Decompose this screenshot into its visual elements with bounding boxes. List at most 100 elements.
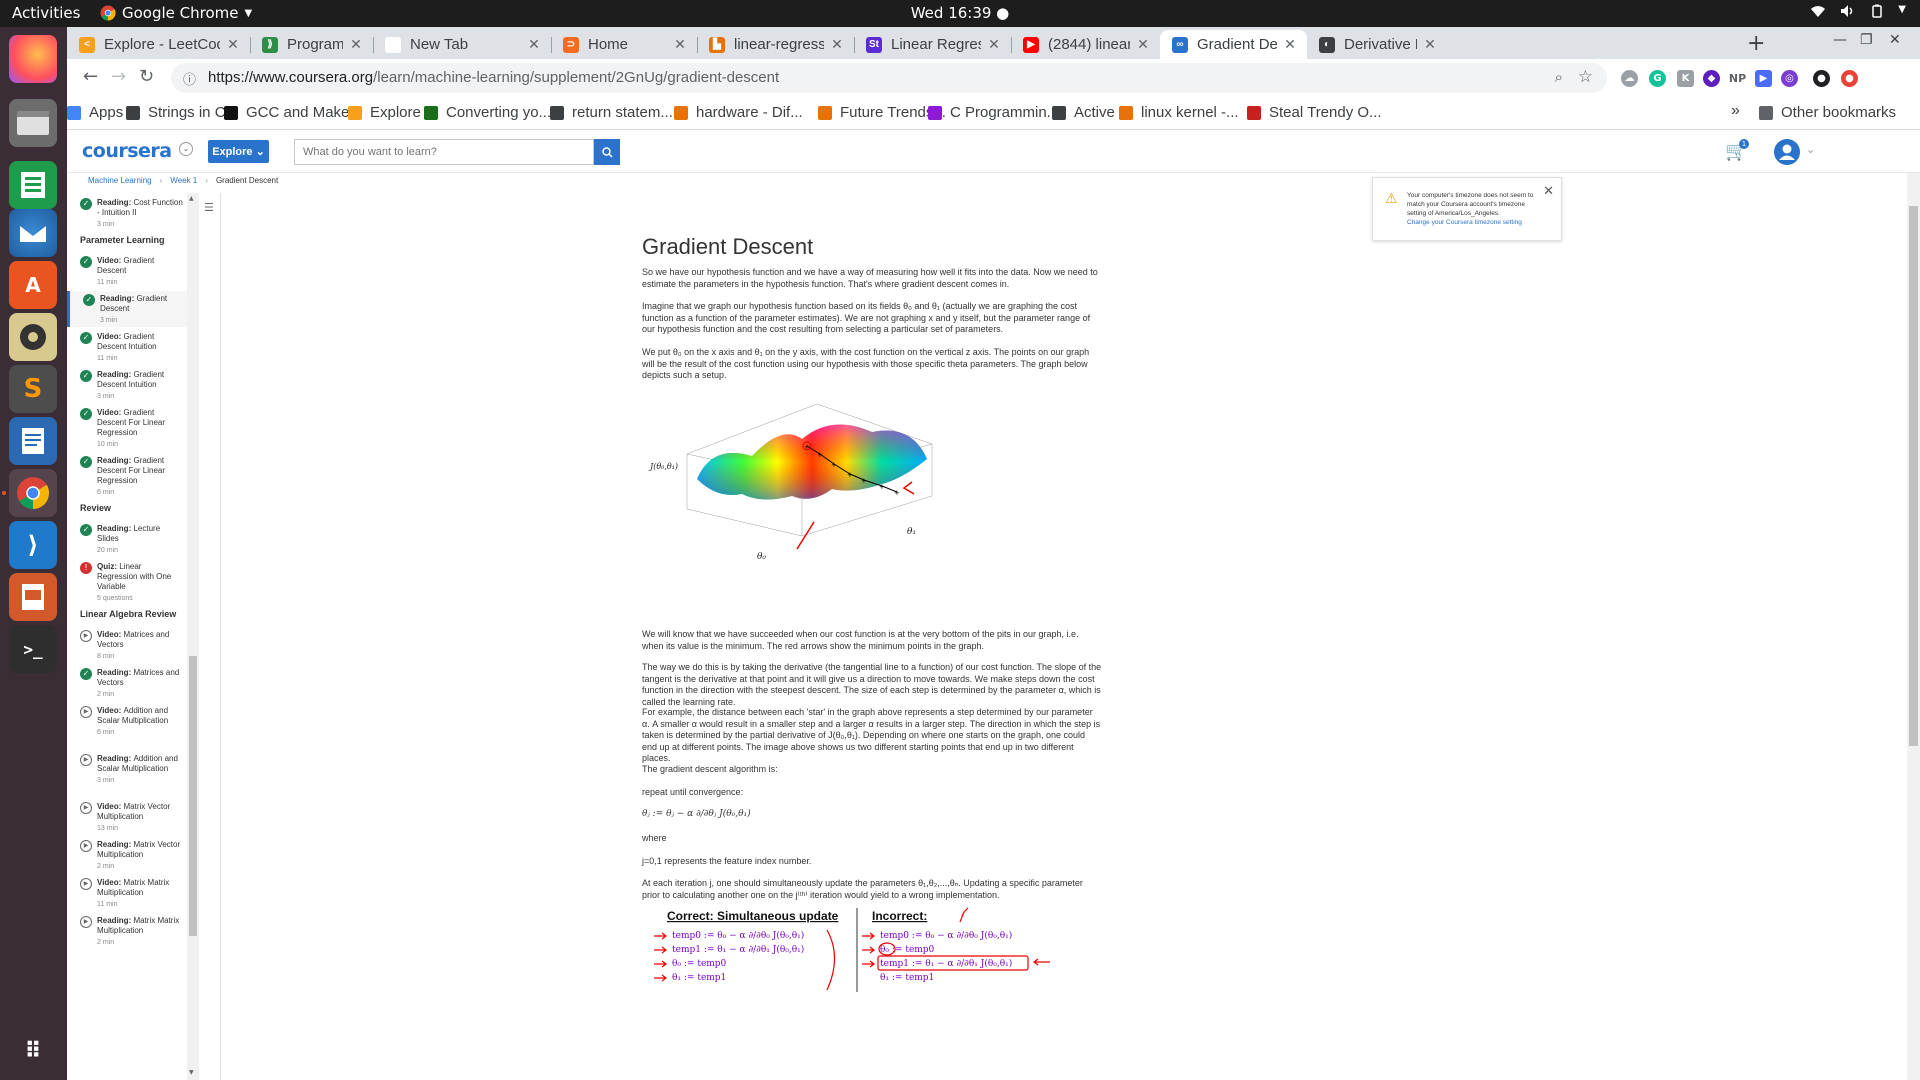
sidebar-item[interactable]: ▶ Reading: Matrix Vector Multiplication 2 … xyxy=(67,837,187,873)
chrome-dock-icon[interactable] xyxy=(9,469,57,517)
tab-1[interactable]: < Explore - LeetCod ✕ xyxy=(67,30,250,59)
forward-button[interactable]: → xyxy=(111,66,126,87)
tab-6[interactable]: St Linear Regression ✕ xyxy=(854,30,1011,59)
info-icon[interactable]: ⓘ xyxy=(183,69,196,88)
tab-8[interactable]: ∞ Gradient Descent ✕ xyxy=(1160,30,1307,59)
sublime-text-icon[interactable]: S xyxy=(9,365,57,413)
sidebar-item[interactable]: ✓ Reading: Gradient Descent For Linear Re… xyxy=(67,453,187,499)
minimize-button[interactable]: — xyxy=(1833,32,1847,48)
tab-close-icon[interactable]: ✕ xyxy=(1283,36,1297,53)
reload-button[interactable]: ↻ xyxy=(139,66,154,87)
system-tray[interactable]: ▼ xyxy=(1810,4,1906,22)
volume-icon[interactable] xyxy=(1840,4,1856,22)
zoom-icon[interactable]: ⌕ xyxy=(1555,68,1563,86)
extension-cloud-icon[interactable]: ☁ xyxy=(1621,70,1638,87)
bookmark-3[interactable]: GCC and Make... xyxy=(224,104,362,121)
sidebar-item[interactable]: ▶ Video: Addition and Scalar Multiplicati… xyxy=(67,703,187,749)
tab-close-icon[interactable]: ✕ xyxy=(226,36,240,53)
firefox-icon[interactable] xyxy=(9,35,57,83)
sidebar-item[interactable]: ✓ Video: Gradient Descent Intuition 11 min xyxy=(67,329,187,365)
user-menu-chevron-icon[interactable]: ⌄ xyxy=(1806,143,1815,156)
show-applications-icon[interactable]: ⠿ xyxy=(9,1027,57,1075)
bookmark-1[interactable]: Apps xyxy=(67,104,123,121)
bookmark-11[interactable]: linux kernel -... xyxy=(1119,104,1239,121)
tab-close-icon[interactable]: ✕ xyxy=(1136,36,1150,53)
sidebar-item[interactable]: ✓ Reading: Gradient Descent 3 min xyxy=(67,291,187,327)
rhythmbox-icon[interactable] xyxy=(9,313,57,361)
sidebar-item[interactable]: ▶ Video: Matrix Matrix Multiplication 11 m… xyxy=(67,875,187,911)
tab-3[interactable]: New Tab ✕ xyxy=(373,30,551,59)
app-menu[interactable]: Google Chrome ▼ xyxy=(100,4,252,22)
sidebar-scrollbar-thumb[interactable] xyxy=(189,656,197,936)
extension-meet-icon[interactable]: ▶ xyxy=(1755,70,1772,87)
user-avatar[interactable] xyxy=(1774,139,1800,165)
tab-close-icon[interactable]: ✕ xyxy=(830,36,844,53)
bookmark-9[interactable]: C Programmin... xyxy=(928,104,1059,121)
bookmark-10[interactable]: Active xyxy=(1052,104,1115,121)
sidebar-item[interactable]: ▶ Reading: Matrix Matrix Multiplication 2 … xyxy=(67,913,187,949)
wifi-icon[interactable] xyxy=(1810,4,1826,22)
calc-icon[interactable] xyxy=(9,161,57,209)
writer-icon[interactable] xyxy=(9,417,57,465)
extension-k-icon[interactable]: K xyxy=(1677,70,1694,87)
sidebar-item[interactable]: ✓ Video: Gradient Descent 11 min xyxy=(67,253,187,289)
logo-chevron-icon[interactable]: ⌄ xyxy=(179,142,193,156)
bookmarks-overflow-icon[interactable]: » xyxy=(1731,102,1740,120)
sidebar-item[interactable]: ▶ Video: Matrix Vector Multiplication 13 m… xyxy=(67,799,187,835)
sidebar-scroll-down-icon[interactable]: ▼ xyxy=(189,1069,194,1076)
back-button[interactable]: ← xyxy=(83,66,98,87)
page-scrollbar-thumb[interactable] xyxy=(1909,206,1918,746)
coursera-logo[interactable]: coursera xyxy=(82,140,172,162)
breadcrumb-course[interactable]: Machine Learning xyxy=(88,176,152,185)
sidebar-item[interactable]: ✓ Reading: Cost Function - Intuition II 3 … xyxy=(67,195,187,231)
tab-4[interactable]: ⊃ Home ✕ xyxy=(551,30,697,59)
sidebar-item[interactable]: ✓ Reading: Matrices and Vectors 2 min xyxy=(67,665,187,701)
bookmark-5[interactable]: Converting yo... xyxy=(424,104,551,121)
tab-2[interactable]: ⟫ Program for nth C ✕ xyxy=(250,30,373,59)
table-of-contents-icon[interactable]: ☰ xyxy=(204,201,214,214)
address-bar[interactable]: ⓘ https://www.coursera.org/learn/machine… xyxy=(171,63,1607,93)
bookmark-7[interactable]: hardware - Dif... xyxy=(674,104,803,121)
sidebar-item[interactable]: ▶ Video: Matrices and Vectors 8 min xyxy=(67,627,187,663)
tab-7[interactable]: ▶ (2844) linear regr ✕ xyxy=(1011,30,1160,59)
profile-avatar-icon[interactable]: ● xyxy=(1813,70,1830,87)
sidebar-item[interactable]: ✓ Video: Gradient Descent For Linear Regr… xyxy=(67,405,187,451)
activities-button[interactable]: Activities xyxy=(12,4,80,22)
bookmark-8[interactable]: Future Trends... xyxy=(818,104,946,121)
tab-5[interactable]: ▙ linear-regression ✕ xyxy=(697,30,854,59)
sidebar-item[interactable]: ✓ Reading: Lecture Slides 20 min xyxy=(67,521,187,557)
impress-icon[interactable] xyxy=(9,573,57,621)
extension-np-icon[interactable]: NP xyxy=(1729,70,1746,87)
tab-close-icon[interactable]: ✕ xyxy=(349,36,363,53)
bookmark-4[interactable]: Explore xyxy=(348,104,421,121)
bookmark-12[interactable]: Steal Trendy O... xyxy=(1247,104,1382,121)
sidebar-item[interactable]: ▶ Reading: Addition and Scalar Multiplica… xyxy=(67,751,187,797)
tab-9[interactable]: ◐ Derivative Defini ✕ xyxy=(1307,30,1447,59)
close-notice-icon[interactable]: ✕ xyxy=(1543,183,1554,199)
close-window-button[interactable]: ✕ xyxy=(1889,32,1901,48)
sidebar-scroll-up-icon[interactable]: ▲ xyxy=(189,195,194,202)
tab-close-icon[interactable]: ✕ xyxy=(673,36,687,53)
timezone-settings-link[interactable]: Change your Coursera timezone setting xyxy=(1407,219,1522,226)
search-input[interactable] xyxy=(294,139,594,165)
sidebar-scrollbar[interactable] xyxy=(187,193,199,1080)
bookmark-6[interactable]: return statem... xyxy=(550,104,673,121)
search-icon[interactable] xyxy=(594,139,620,165)
breadcrumb-week[interactable]: Week 1 xyxy=(170,176,197,185)
files-icon[interactable] xyxy=(9,99,57,147)
clock[interactable]: Wed 16:39 ● xyxy=(911,4,1010,22)
bookmark-star-icon[interactable]: ☆ xyxy=(1578,67,1593,87)
thunderbird-icon[interactable] xyxy=(9,209,57,257)
system-menu-arrow-icon[interactable]: ▼ xyxy=(1898,4,1906,22)
vscode-icon[interactable]: ⟩ xyxy=(9,521,57,569)
new-tab-button[interactable]: + xyxy=(1747,31,1765,56)
bookmark-2[interactable]: Strings in C xyxy=(126,104,226,121)
battery-icon[interactable] xyxy=(1870,4,1884,22)
tab-close-icon[interactable]: ✕ xyxy=(1423,36,1437,53)
extension-shield-icon[interactable]: ◆ xyxy=(1703,70,1720,87)
extension-grammarly-icon[interactable]: G xyxy=(1649,70,1666,87)
explore-button[interactable]: Explore ⌄ xyxy=(208,140,269,163)
maximize-button[interactable]: ❐ xyxy=(1860,32,1873,48)
terminal-icon[interactable]: >_ xyxy=(9,625,57,673)
tab-close-icon[interactable]: ✕ xyxy=(527,36,541,53)
